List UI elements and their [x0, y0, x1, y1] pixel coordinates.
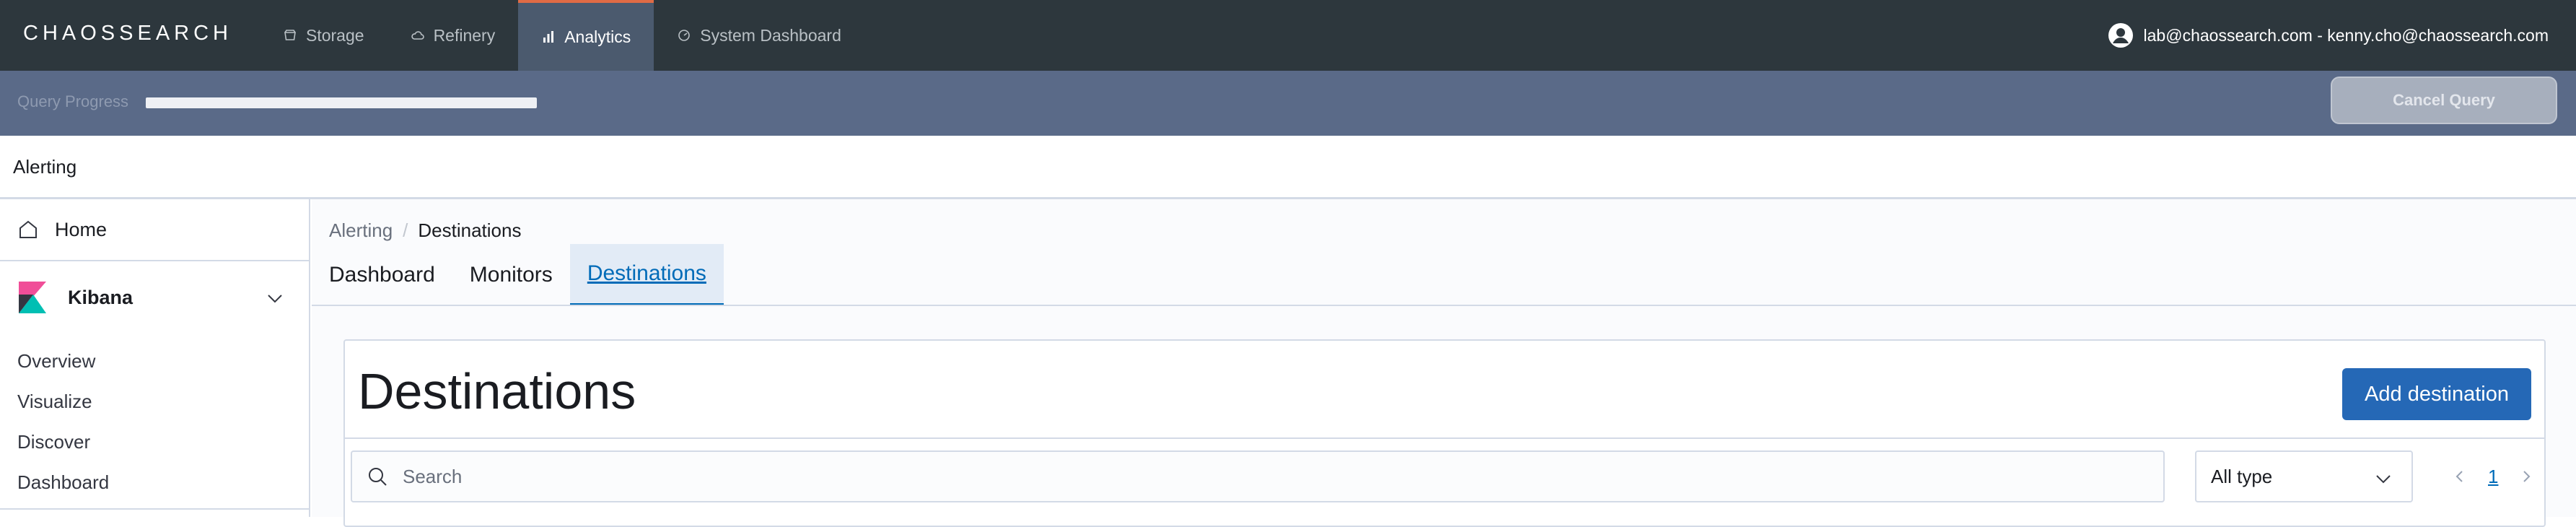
app-title: Alerting: [13, 156, 77, 178]
chevron-down-icon: [2376, 475, 2391, 484]
query-progress-label: Query Progress: [17, 92, 129, 110]
tab-monitors[interactable]: Monitors: [452, 244, 570, 306]
destinations-panel: Destinations Add destination Search All …: [343, 339, 2546, 527]
chevron-left-icon[interactable]: [2452, 469, 2468, 484]
breadcrumb-separator: /: [403, 219, 408, 241]
home-icon: [19, 220, 37, 238]
nav-system-dashboard[interactable]: System Dashboard: [654, 0, 864, 71]
sidebar-kibana-links: Overview Visualize Discover Dashboard: [17, 341, 109, 502]
bar-chart-icon: [543, 31, 554, 43]
main-content: Alerting / Destinations Dashboard Monito…: [312, 199, 2576, 527]
user-avatar-icon: [2108, 23, 2133, 48]
panel-divider: [345, 437, 2546, 439]
nav-storage[interactable]: Storage: [260, 0, 387, 71]
app-header: Alerting: [0, 136, 2576, 199]
breadcrumb-alerting[interactable]: Alerting: [329, 219, 393, 242]
page-title: Destinations: [358, 363, 636, 419]
sidebar-item-discover[interactable]: Discover: [17, 422, 109, 462]
nav-refinery[interactable]: Refinery: [387, 0, 519, 71]
query-progress-track: [146, 97, 537, 108]
chaossearch-logo[interactable]: CHAOSSEARCH: [23, 22, 232, 45]
cancel-query-button[interactable]: Cancel Query: [2331, 77, 2557, 124]
page-number[interactable]: 1: [2488, 466, 2498, 488]
nav-analytics[interactable]: Analytics: [518, 0, 654, 71]
breadcrumb-current: Destinations: [418, 219, 522, 241]
sidebar-divider: [0, 508, 309, 510]
pagination: 1: [2452, 450, 2534, 502]
tab-dashboard[interactable]: Dashboard: [312, 244, 452, 306]
sidebar-item-overview[interactable]: Overview: [17, 341, 109, 381]
breadcrumb: Alerting / Destinations: [329, 219, 521, 242]
nav-analytics-label: Analytics: [564, 27, 631, 46]
search-placeholder: Search: [403, 465, 463, 487]
tabs-divider: [312, 305, 2576, 306]
top-navbar: CHAOSSEARCH Storage Refinery Analytics S…: [0, 0, 2576, 71]
search-icon: [369, 468, 387, 486]
add-destination-button[interactable]: Add destination: [2342, 368, 2531, 420]
storage-icon: [284, 30, 296, 40]
sidebar-kibana-section[interactable]: Kibana: [0, 261, 309, 334]
user-email: lab@chaossearch.com - kenny.cho@chaossea…: [2143, 25, 2549, 45]
alerting-tabs: Dashboard Monitors Destinations: [312, 244, 724, 306]
tab-destinations[interactable]: Destinations: [569, 244, 724, 306]
type-select-value: All type: [2211, 465, 2273, 487]
sidebar-item-home[interactable]: Home: [0, 199, 309, 261]
search-field[interactable]: Search: [351, 450, 2165, 502]
dashboard-icon: [678, 30, 691, 41]
type-select[interactable]: All type: [2195, 450, 2413, 502]
sidebar-item-visualize[interactable]: Visualize: [17, 381, 109, 422]
cloud-icon: [411, 31, 424, 40]
sidebar-item-dashboard[interactable]: Dashboard: [17, 462, 109, 502]
user-menu[interactable]: lab@chaossearch.com - kenny.cho@chaossea…: [2108, 0, 2549, 71]
main-nav: Storage Refinery Analytics System Dashbo…: [260, 0, 864, 71]
sidebar: Home Kibana Overview Visualize Discover …: [0, 199, 310, 517]
nav-storage-label: Storage: [306, 25, 364, 45]
sidebar-kibana-label: Kibana: [68, 286, 133, 308]
sidebar-home-label: Home: [55, 218, 108, 240]
chevron-down-icon[interactable]: [266, 289, 284, 308]
chevron-right-icon[interactable]: [2518, 469, 2534, 484]
kibana-logo-icon: [19, 282, 46, 313]
nav-system-dashboard-label: System Dashboard: [700, 25, 841, 45]
nav-refinery-label: Refinery: [433, 25, 496, 45]
